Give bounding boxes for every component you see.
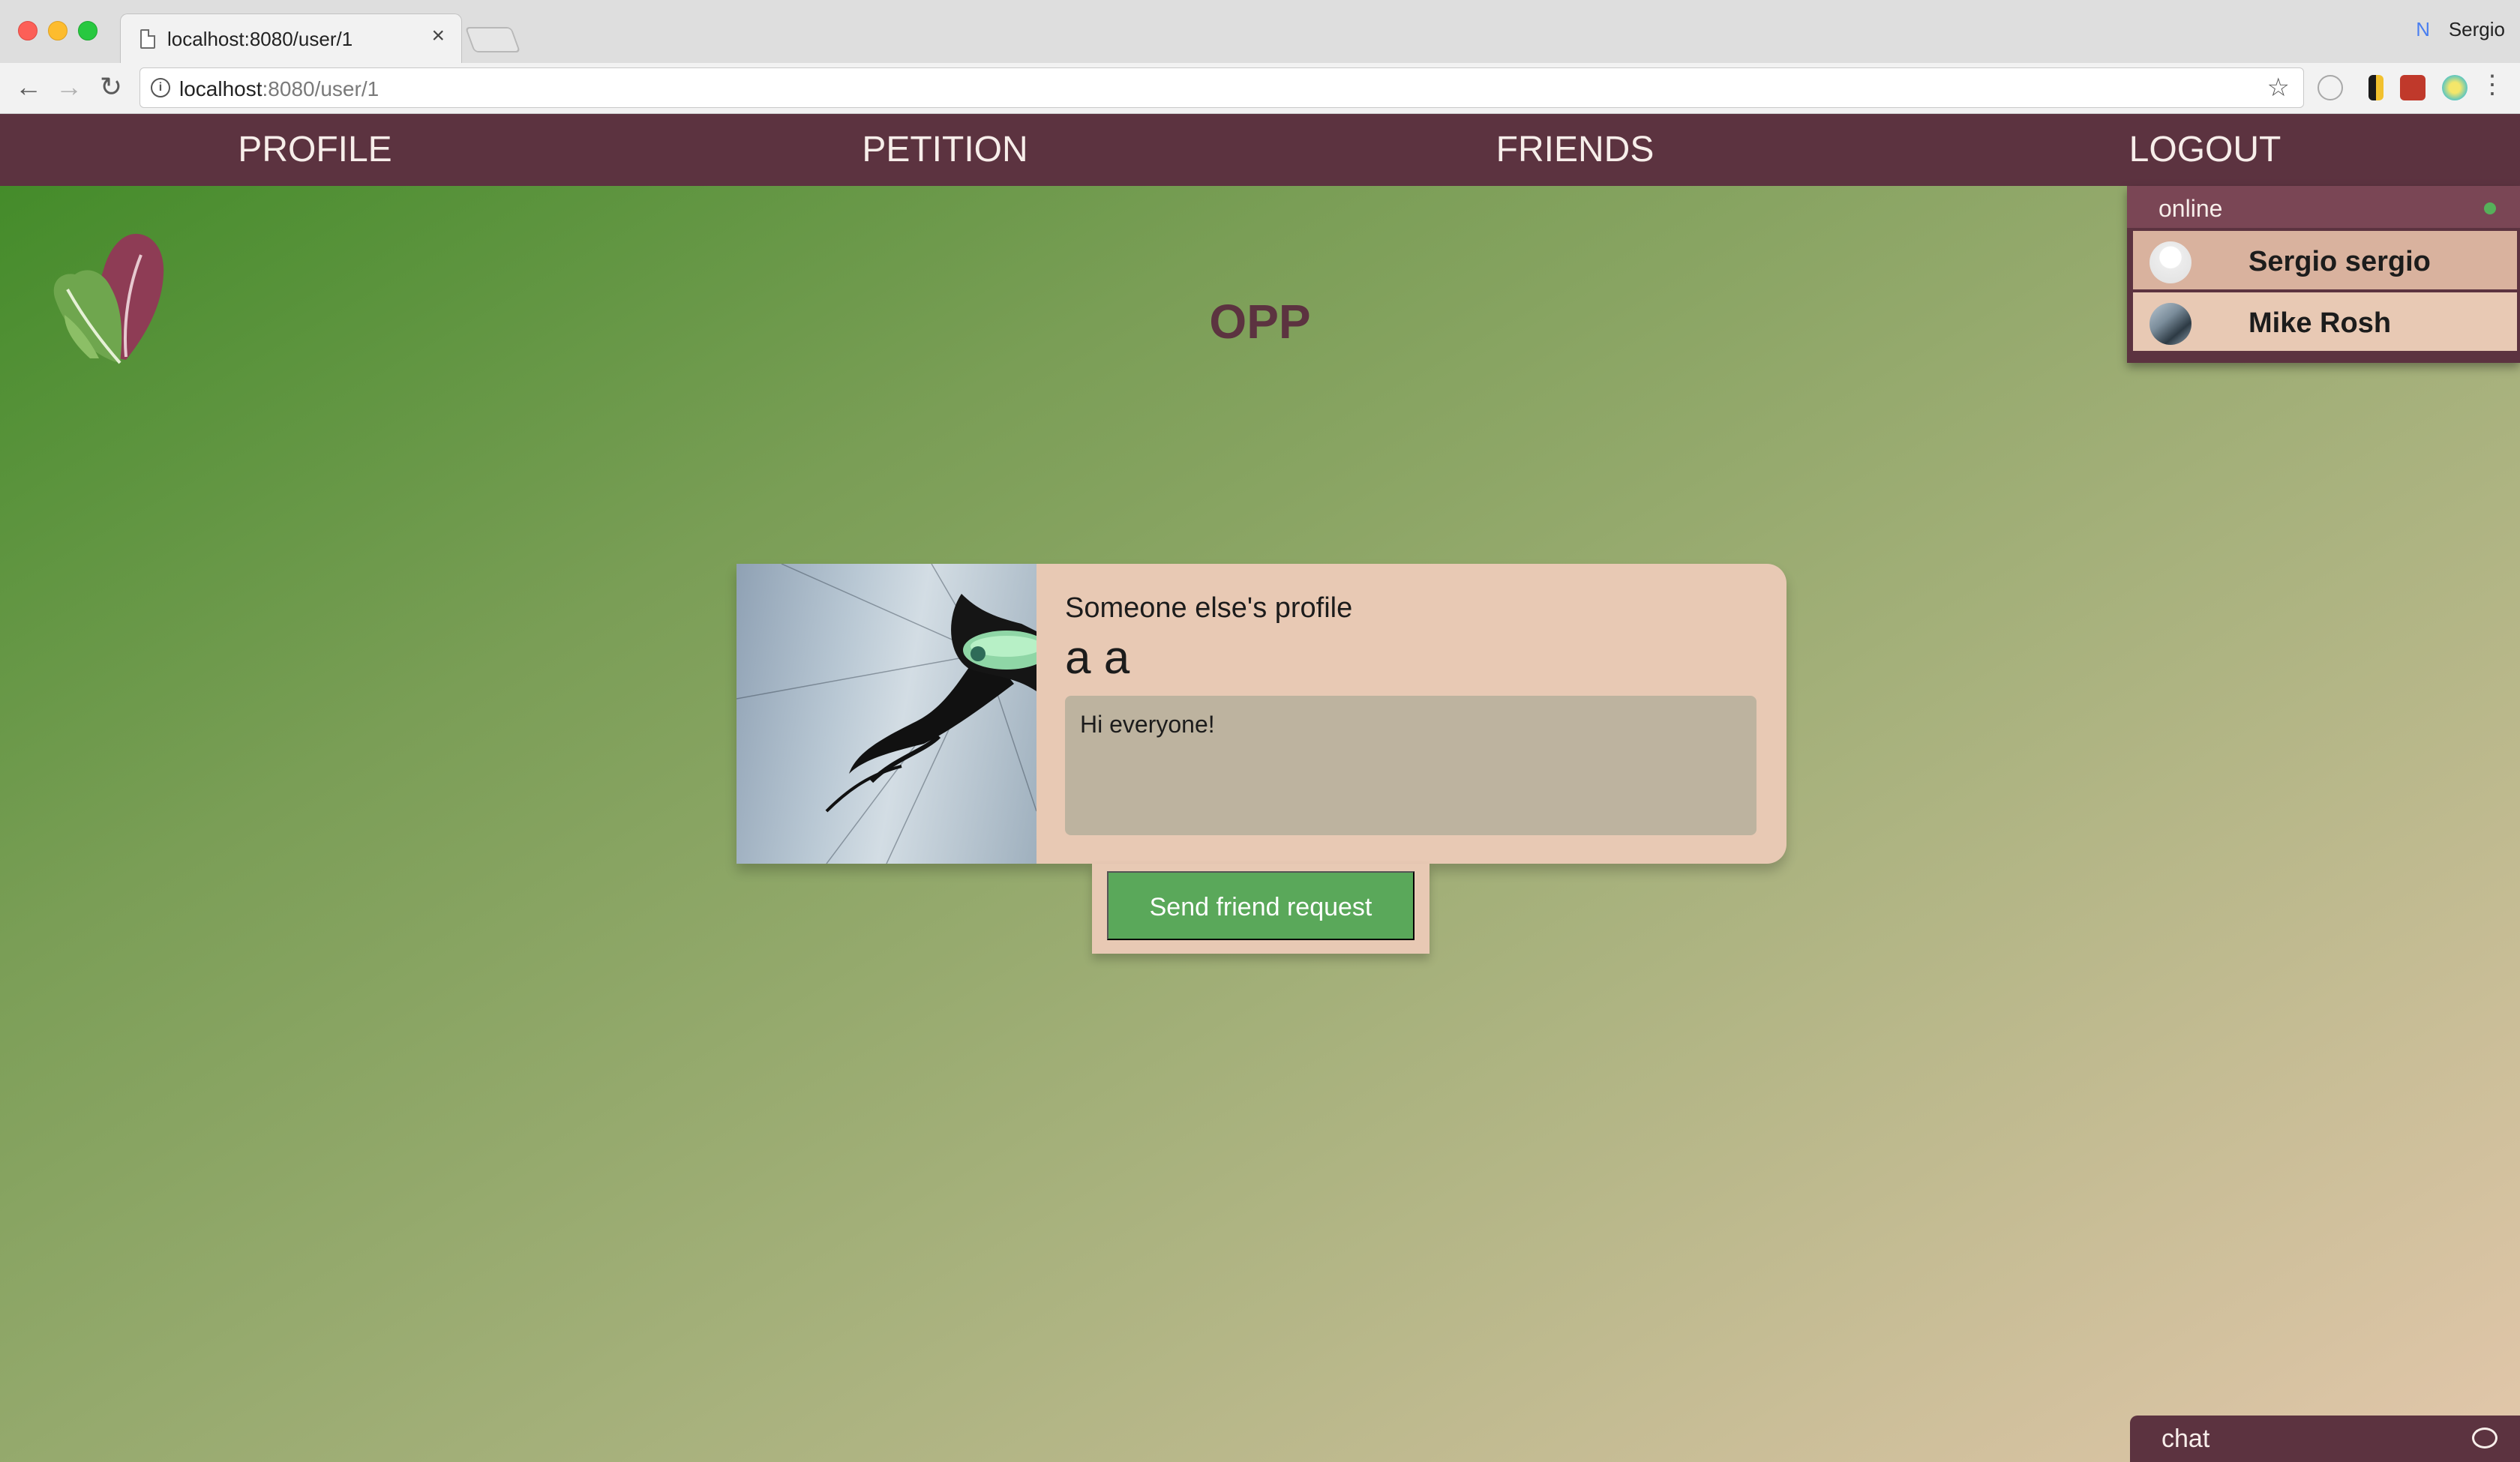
url-host: localhost [179,77,262,100]
url-path: :8080/user/1 [262,77,380,100]
browser-profile-name[interactable]: Sergio [2449,18,2505,41]
extension-icon-1[interactable] [2318,75,2343,100]
profile-picture-art [736,564,1036,864]
nav-friends-link[interactable]: FRIENDS [1260,114,1890,186]
send-friend-request-button[interactable]: Send friend request [1107,871,1414,940]
profile-picture[interactable] [736,564,1036,864]
photo-avatar [2150,303,2192,345]
app-viewport: PROFILE PETITION FRIENDS LOGOUT OPP onli… [0,114,2520,1462]
forward-arrow-icon[interactable]: → [50,67,88,106]
close-tab-icon[interactable]: × [431,25,445,47]
browser-toolbar: ← → ↻ i localhost:8080/user/1 ☆ ⋮ [0,63,2520,114]
chat-label: chat [2162,1425,2210,1453]
online-user-name: Sergio sergio [2248,246,2431,277]
nav-petition-link[interactable]: PETITION [630,114,1260,186]
browser-chrome: localhost:8080/user/1 × N Sergio ← → ↻ i… [0,0,2520,114]
url-text[interactable]: localhost:8080/user/1 [179,77,379,101]
online-user-name: Mike Rosh [2248,307,2392,339]
profile-card: Someone else's profile a a Hi everyone! [736,564,1786,864]
main-nav: PROFILE PETITION FRIENDS LOGOUT [0,114,2520,186]
browser-tab[interactable]: localhost:8080/user/1 × [120,13,462,63]
online-user-item[interactable]: Sergio sergio [2133,231,2517,289]
maximize-window-button[interactable] [78,21,98,40]
online-status-dot-icon [2484,202,2496,214]
tab-strip: localhost:8080/user/1 × N Sergio [0,0,2520,63]
online-user-item[interactable]: Mike Rosh [2133,292,2517,351]
extension-icon-3[interactable] [2400,75,2426,100]
friend-button-container: Send friend request [1092,864,1430,954]
minimize-window-button[interactable] [48,21,68,40]
extension-icon-2[interactable] [2368,75,2384,100]
online-header[interactable]: online [2127,186,2520,228]
page-icon [140,29,155,49]
site-info-icon[interactable]: i [151,78,170,97]
bio-text: Hi everyone! [1080,711,1215,738]
online-users-panel: online Sergio sergio Mike Rosh [2127,186,2520,363]
profile-subtitle: Someone else's profile [1065,592,1353,624]
tab-title: localhost:8080/user/1 [167,28,353,50]
nav-profile-link[interactable]: PROFILE [0,114,630,186]
new-tab-button[interactable] [464,27,521,52]
nav-logout-link[interactable]: LOGOUT [1890,114,2520,186]
address-bar[interactable]: i localhost:8080/user/1 ☆ [140,67,2304,108]
bookmark-star-icon[interactable]: ☆ [2267,73,2290,103]
browser-menu-icon[interactable]: ⋮ [2480,72,2505,97]
reload-icon[interactable]: ↻ [92,67,130,106]
online-label: online [2158,195,2223,222]
profile-name: a a [1065,632,1130,684]
close-window-button[interactable] [18,21,38,40]
default-avatar-icon [2150,241,2192,283]
extension-icon-4[interactable] [2442,75,2468,100]
speech-bubble-icon [2472,1428,2498,1449]
back-arrow-icon[interactable]: ← [9,67,48,106]
bio-box: Hi everyone! [1065,696,1756,835]
chat-tab[interactable]: chat [2130,1416,2520,1462]
browser-profile-icon[interactable]: N [2416,18,2430,41]
